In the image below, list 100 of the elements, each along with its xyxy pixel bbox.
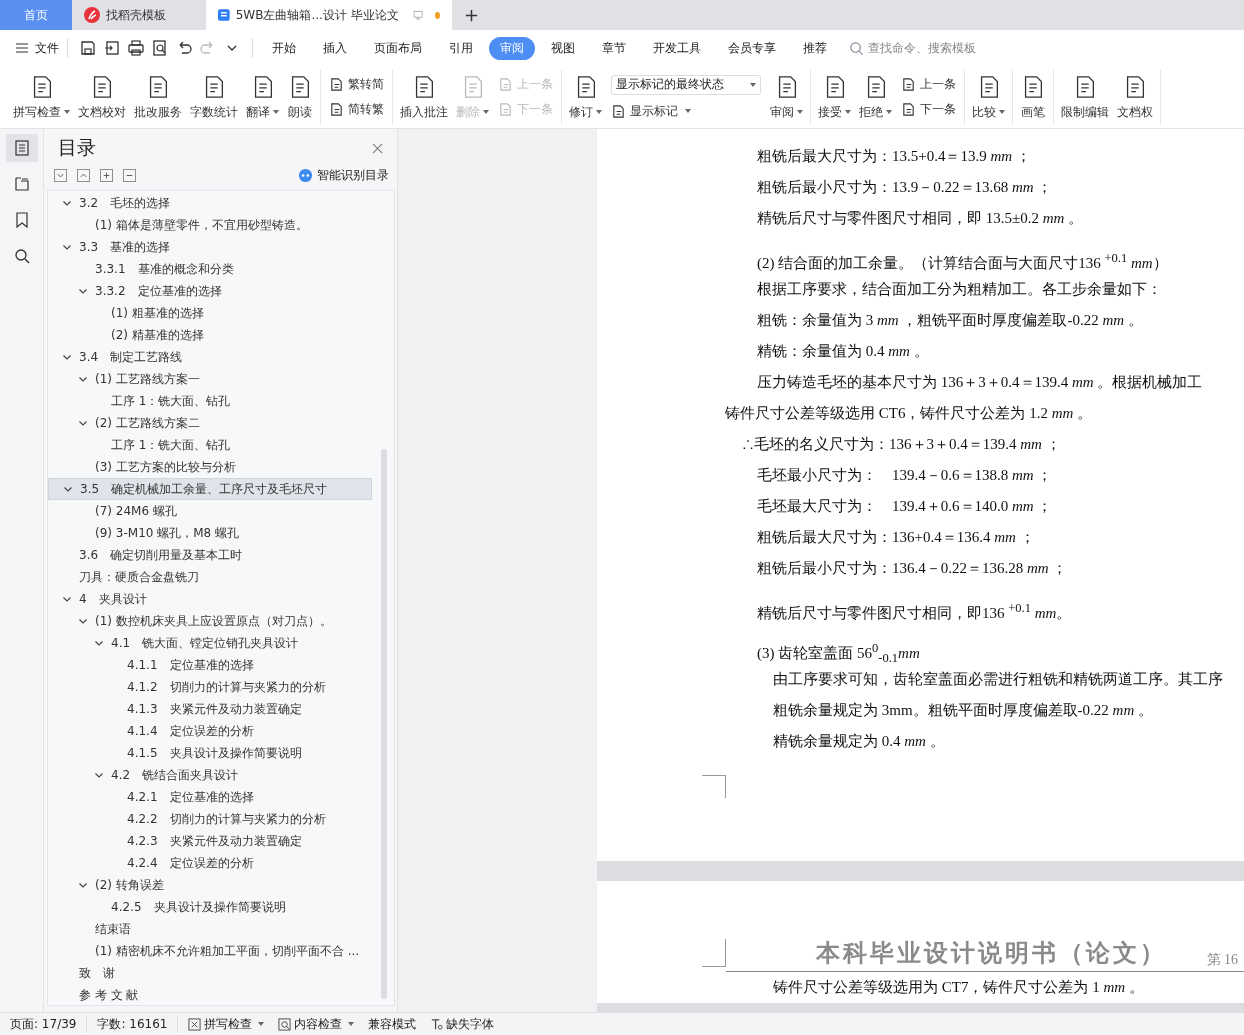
file-menu-button[interactable]: 文件 [14,39,59,57]
ribbon-button[interactable]: 画笔 [1017,73,1049,121]
ribbon-button[interactable]: 翻译 [243,73,282,121]
ribbon-button[interactable]: 插入批注 [397,73,451,121]
word-count[interactable]: 字数: 16161 [97,1015,179,1033]
chevron-icon[interactable] [78,286,88,296]
ribbon-button[interactable]: 文档校对 [75,73,129,121]
toc-item[interactable]: 刀具：硬质合金盘铣刀 [48,566,372,588]
window-tab[interactable]: 5WB左曲轴箱...设计 毕业论文 [206,0,452,30]
toc-item[interactable]: 3.4 制定工艺路线 [48,346,372,368]
ribbon-tab[interactable]: 插入 [312,36,358,60]
plus-icon[interactable] [100,169,113,182]
ribbon-button[interactable]: 文档权 [1114,73,1156,121]
ribbon-tab[interactable]: 页面布局 [363,36,433,60]
ribbon-button[interactable]: 繁转简 [329,76,384,93]
toc-item[interactable]: 3.5 确定机械加工余量、工序尺寸及毛坯尺寸 [48,478,372,500]
close-icon[interactable] [372,142,383,154]
toc-item[interactable]: (1) 粗基准的选择 [48,302,372,324]
chevron-icon[interactable] [63,484,73,494]
toc-item[interactable]: 3.3.1 基准的概念和分类 [48,258,372,280]
chevron-icon[interactable] [62,198,72,208]
toc-item[interactable]: 4.2.3 夹紧元件及动力装置确定 [48,830,372,852]
toc-item[interactable]: 4.2.5 夹具设计及操作简要说明 [48,896,372,918]
markup-dropdown[interactable]: 显示标记的最终状态 [611,74,761,95]
toc-item[interactable]: 3.6 确定切削用量及基本工时 [48,544,372,566]
smart-toc-button[interactable]: 智能识别目录 [298,167,389,184]
ribbon-tab[interactable]: 视图 [540,36,586,60]
chevron-up-icon[interactable] [77,169,90,182]
ribbon-button[interactable]: 拒绝 [856,73,895,121]
ribbon-button[interactable]: 拼写检查 [10,73,73,121]
toc-item[interactable]: 4.1.4 定位误差的分析 [48,720,372,742]
toc-item[interactable]: (2) 转角误差 [48,874,372,896]
ribbon-button[interactable]: 上一条 [901,76,956,93]
plus-icon[interactable] [464,7,479,23]
chevron-icon[interactable] [78,616,88,626]
toc-item[interactable]: (1) 数控机床夹具上应设置原点（对刀点）。 [48,610,372,632]
chevron-icon[interactable] [62,242,72,252]
chevron-icon[interactable] [78,418,88,428]
ribbon-button[interactable]: 下一条 [901,101,956,118]
toc-item[interactable]: 工序 1：铣大面、钻孔 [48,390,372,412]
toc-item[interactable]: (9) 3-M10 螺孔，M8 螺孔 [48,522,372,544]
toc-item[interactable]: (1) 箱体是薄壁零件，不宜用砂型铸造。 [48,214,372,236]
chevron-icon[interactable] [62,352,72,362]
toc-item[interactable]: 4.1.5 夹具设计及操作简要说明 [48,742,372,764]
ribbon-tab[interactable]: 开始 [261,36,307,60]
ribbon-tab[interactable]: 开发工具 [642,36,712,60]
toc-item[interactable]: 致 谢 [48,962,372,984]
ribbon-tab[interactable]: 会员专享 [717,36,787,60]
floppy-icon[interactable] [79,39,97,57]
toc-item[interactable]: 3.3 基准的选择 [48,236,372,258]
status-button[interactable]: 兼容模式 [368,1015,417,1033]
toc-item[interactable]: 4.2.1 定位基准的选择 [48,786,372,808]
ribbon-button[interactable]: 字数统计 [187,73,241,121]
ribbon-tab[interactable]: 引用 [438,36,484,60]
list-icon[interactable] [5,134,38,162]
status-button[interactable]: 内容检查 [278,1015,355,1033]
ribbon-button[interactable]: 比较 [969,73,1008,121]
toc-item[interactable]: 4 夹具设计 [48,588,372,610]
toc-item[interactable]: 4.1.2 切削力的计算与夹紧力的分析 [48,676,372,698]
toc-item[interactable]: 3.2 毛坯的选择 [48,192,372,214]
scrollbar-thumb[interactable] [381,449,387,999]
toc-item[interactable]: 结束语 [48,918,372,940]
toc-item[interactable]: (7) 24M6 螺孔 [48,500,372,522]
toc-item[interactable]: (2) 精基准的选择 [48,324,372,346]
printer-icon[interactable] [127,39,145,57]
toc-item[interactable]: 4.2.4 定位误差的分析 [48,852,372,874]
chevron-icon[interactable] [78,880,88,890]
status-button[interactable]: 缺失字体 [430,1015,495,1033]
toc-item[interactable]: 4.2.2 切削力的计算与夹紧力的分析 [48,808,372,830]
toc-item[interactable]: 4.1.3 夹紧元件及动力装置确定 [48,698,372,720]
ribbon-button[interactable]: 限制编辑 [1058,73,1112,121]
toc-item[interactable]: 4.1.1 定位基准的选择 [48,654,372,676]
chevron-icon[interactable] [78,374,88,384]
toc-item[interactable]: (2) 工艺路线方案二 [48,412,372,434]
chevron-icon[interactable] [62,594,72,604]
status-button[interactable]: 拼写检查 [188,1015,265,1033]
toc-item[interactable]: (1) 工艺路线方案一 [48,368,372,390]
ribbon-button[interactable]: 审阅 [767,73,806,121]
ribbon-button[interactable]: 朗读 [284,73,316,121]
toc-item[interactable]: 工序 1：铣大面、钻孔 [48,434,372,456]
ribbon-button[interactable]: 批改服务 [131,73,185,121]
toc-item[interactable]: (1) 精密机床不允许粗加工平面，切削平面不合 ... [48,940,372,962]
ribbon-button[interactable]: 简转繁 [329,101,384,118]
ribbon-button[interactable]: 修订 [566,73,605,121]
toc-item[interactable]: 3.3.2 定位基准的选择 [48,280,372,302]
chevron-icon[interactable] [94,770,104,780]
export-icon[interactable] [103,39,121,57]
ribbon-tab[interactable]: 章节 [591,36,637,60]
search-field[interactable]: 查找命令、搜索模板 [849,40,1010,56]
toc-item[interactable]: 4.1 铣大面、镗定位销孔夹具设计 [48,632,372,654]
print-preview-icon[interactable] [151,39,169,57]
window-tab[interactable]: 找稻壳模板 [72,0,206,30]
ribbon-tab[interactable]: 推荐 [792,36,838,60]
toc-item[interactable]: 4.2 铣结合面夹具设计 [48,764,372,786]
page-count[interactable]: 页面: 17/39 [10,1015,88,1033]
toc-item[interactable]: 参 考 文 献 [48,984,372,1005]
chevron-icon[interactable] [94,638,104,648]
toc-item[interactable]: (3) 工艺方案的比较与分析 [48,456,372,478]
ribbon-button[interactable]: 显示标记 [611,102,761,120]
ribbon-button[interactable]: 接受 [815,73,854,121]
